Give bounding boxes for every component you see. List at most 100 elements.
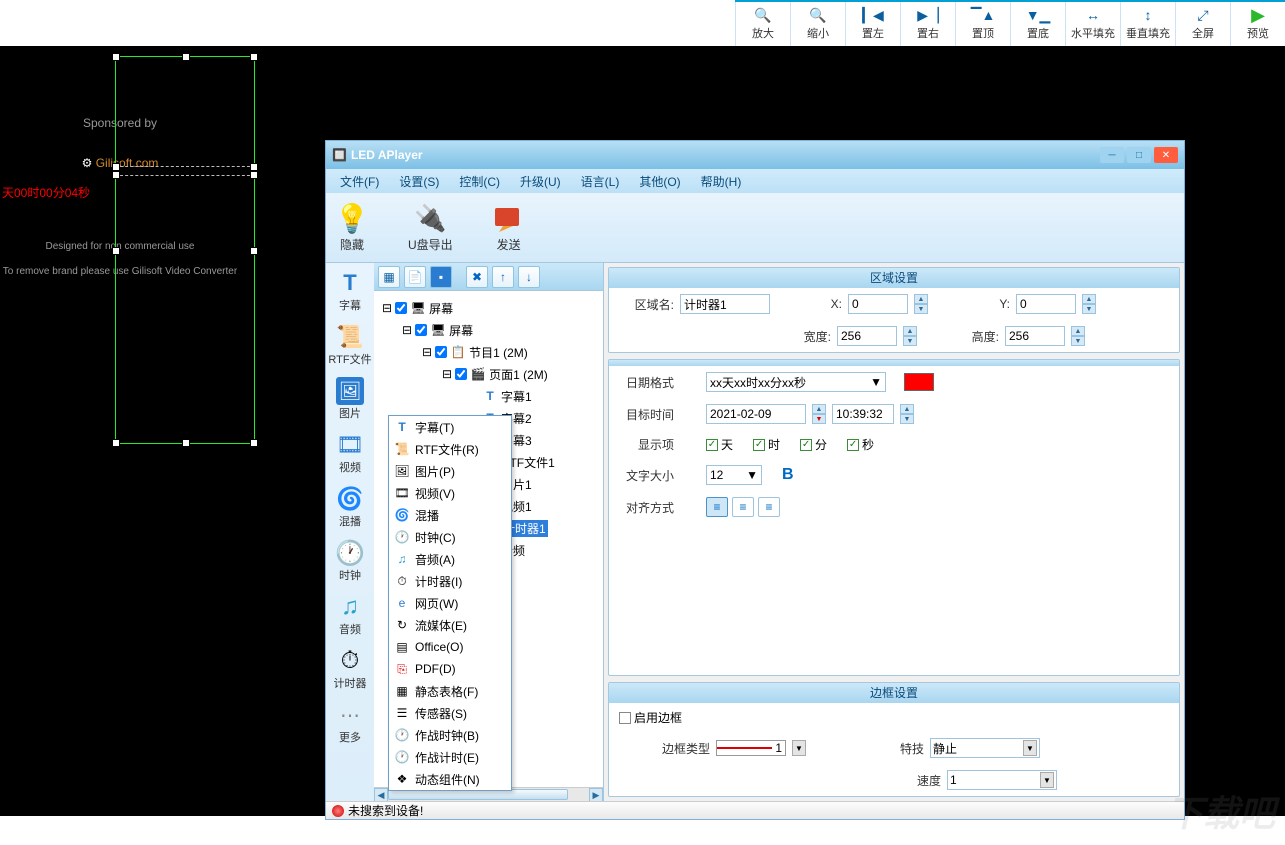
y-spinner[interactable]: ▲▼ — [1082, 294, 1096, 314]
effect-select[interactable]: 静止▼ — [930, 738, 1040, 758]
x-input[interactable] — [848, 294, 908, 314]
selection-box[interactable] — [115, 56, 255, 444]
timer-tool[interactable]: ⏱计时器 — [327, 647, 373, 691]
tree-screen[interactable]: ⊟🖥屏幕 — [378, 319, 599, 341]
action-toolbar: 💡隐藏 🔌U盘导出 发送 — [326, 193, 1184, 263]
maximize-button[interactable]: □ — [1127, 147, 1151, 163]
clock-tool[interactable]: 🕐时钟 — [327, 539, 373, 583]
date-format-select[interactable]: xx天xx时xx分xx秒▼ — [706, 372, 886, 392]
font-size-select[interactable]: 12▼ — [706, 465, 762, 485]
video-tool[interactable]: 🎞视频 — [327, 431, 373, 475]
area-name-input[interactable] — [680, 294, 770, 314]
ctx-office[interactable]: ▤Office(O) — [389, 636, 511, 658]
move-down-button[interactable]: ↓ — [518, 266, 540, 288]
menu-file[interactable]: 文件(F) — [330, 173, 389, 190]
height-label: 高度: — [963, 328, 999, 345]
date-spinner[interactable]: ▲▼ — [812, 404, 826, 424]
square-button[interactable]: ▪ — [430, 266, 452, 288]
hide-button[interactable]: 💡隐藏 — [336, 202, 368, 253]
width-spinner[interactable]: ▲▼ — [903, 326, 917, 346]
ctx-mix[interactable]: 🌀混播 — [389, 504, 511, 526]
more-tool[interactable]: ⋯更多 — [327, 701, 373, 745]
menu-language[interactable]: 语言(L) — [571, 173, 630, 190]
preview-button[interactable]: ▶预览 — [1230, 2, 1285, 46]
border-type-dropdown[interactable]: ▼ — [792, 740, 806, 756]
minimize-button[interactable]: ─ — [1100, 147, 1124, 163]
image-tool[interactable]: 🖼图片 — [327, 377, 373, 421]
menu-settings[interactable]: 设置(S) — [389, 173, 449, 190]
align-left-btn[interactable]: ≡ — [706, 497, 728, 517]
tree-program[interactable]: ⊟📋节目1 (2M) — [378, 341, 599, 363]
time-spinner[interactable]: ▲▼ — [900, 404, 914, 424]
rtf-tool[interactable]: 📜RTF文件 — [327, 323, 373, 367]
ctx-image[interactable]: 🖼图片(P) — [389, 460, 511, 482]
ctx-audio[interactable]: ♫音频(A) — [389, 548, 511, 570]
close-button[interactable]: ✕ — [1154, 147, 1178, 163]
tree-root[interactable]: ⊟🖥屏幕 — [378, 297, 599, 319]
ctx-webpage[interactable]: e网页(W) — [389, 592, 511, 614]
color-swatch[interactable] — [904, 373, 934, 391]
height-spinner[interactable]: ▲▼ — [1071, 326, 1085, 346]
bold-button[interactable]: B — [782, 466, 794, 484]
menu-other[interactable]: 其他(O) — [629, 173, 690, 190]
scroll-left-button[interactable]: ◀ — [374, 788, 388, 802]
ctx-battle-clock[interactable]: 🕐作战时钟(B) — [389, 724, 511, 746]
mix-tool[interactable]: 🌀混播 — [327, 485, 373, 529]
text-icon: T — [336, 269, 364, 297]
day-checkbox[interactable]: ✓天 — [706, 436, 733, 453]
align-right-button[interactable]: ▶▕置右 — [900, 2, 955, 46]
menu-control[interactable]: 控制(C) — [449, 173, 510, 190]
ctx-timer[interactable]: ⏱计时器(I) — [389, 570, 511, 592]
transform-toolbar: 🔍放大 🔍缩小 ▎◀置左 ▶▕置右 ▔▲置顶 ▼▁置底 ↔水平填充 ↕垂直填充 … — [735, 0, 1285, 46]
ctx-video[interactable]: 🎞视频(V) — [389, 482, 511, 504]
align-top-button[interactable]: ▔▲置顶 — [955, 2, 1010, 46]
scroll-right-button[interactable]: ▶ — [589, 788, 603, 802]
ctx-pdf[interactable]: ⎘PDF(D) — [389, 658, 511, 680]
ctx-rtf[interactable]: 📜RTF文件(R) — [389, 438, 511, 460]
second-checkbox[interactable]: ✓秒 — [847, 436, 874, 453]
y-input[interactable] — [1016, 294, 1076, 314]
ctx-stream[interactable]: ↻流媒体(E) — [389, 614, 511, 636]
speed-select[interactable]: 1▼ — [947, 770, 1057, 790]
fill-horizontal-button[interactable]: ↔水平填充 — [1065, 2, 1120, 46]
enable-border-checkbox[interactable]: 启用边框 — [619, 709, 682, 726]
x-spinner[interactable]: ▲▼ — [914, 294, 928, 314]
new-button[interactable]: 📄 — [404, 266, 426, 288]
ctx-dynamic[interactable]: ❖动态组件(N) — [389, 768, 511, 790]
tree-subtitle1[interactable]: T字幕1 — [378, 385, 599, 407]
move-up-button[interactable]: ↑ — [492, 266, 514, 288]
grid-button[interactable]: ▦ — [378, 266, 400, 288]
align-center-btn[interactable]: ≡ — [732, 497, 754, 517]
target-time-label: 目标时间 — [619, 406, 674, 423]
height-input[interactable] — [1005, 326, 1065, 346]
hour-checkbox[interactable]: ✓时 — [753, 436, 780, 453]
ctx-table[interactable]: ▦静态表格(F) — [389, 680, 511, 702]
usb-export-button[interactable]: 🔌U盘导出 — [408, 202, 453, 253]
ctx-battle-timer[interactable]: 🕐作战计时(E) — [389, 746, 511, 768]
send-button[interactable]: 发送 — [493, 202, 525, 253]
subtitle-tool[interactable]: T字幕 — [327, 269, 373, 313]
menu-upgrade[interactable]: 升级(U) — [510, 173, 571, 190]
ctx-subtitle[interactable]: T字幕(T) — [389, 416, 511, 438]
inner-selection[interactable] — [115, 166, 255, 176]
width-input[interactable] — [837, 326, 897, 346]
tree-page[interactable]: ⊟🎬页面1 (2M) — [378, 363, 599, 385]
titlebar[interactable]: 🔲 LED APlayer ─ □ ✕ — [326, 141, 1184, 169]
delete-button[interactable]: ✖ — [466, 266, 488, 288]
audio-tool[interactable]: ♫音频 — [327, 593, 373, 637]
area-name-label: 区域名: — [619, 296, 674, 313]
target-time-input[interactable] — [832, 404, 894, 424]
align-bottom-button[interactable]: ▼▁置底 — [1010, 2, 1065, 46]
fullscreen-button[interactable]: ⤢全屏 — [1175, 2, 1230, 46]
align-right-btn[interactable]: ≡ — [758, 497, 780, 517]
minute-checkbox[interactable]: ✓分 — [800, 436, 827, 453]
ctx-clock[interactable]: 🕐时钟(C) — [389, 526, 511, 548]
zoom-in-button[interactable]: 🔍放大 — [735, 2, 790, 46]
zoom-out-button[interactable]: 🔍缩小 — [790, 2, 845, 46]
menu-help[interactable]: 帮助(H) — [691, 173, 752, 190]
target-date-input[interactable] — [706, 404, 806, 424]
status-bar: 未搜索到设备! — [326, 801, 1184, 819]
ctx-sensor[interactable]: ☰传感器(S) — [389, 702, 511, 724]
align-left-button[interactable]: ▎◀置左 — [845, 2, 900, 46]
fill-vertical-button[interactable]: ↕垂直填充 — [1120, 2, 1175, 46]
